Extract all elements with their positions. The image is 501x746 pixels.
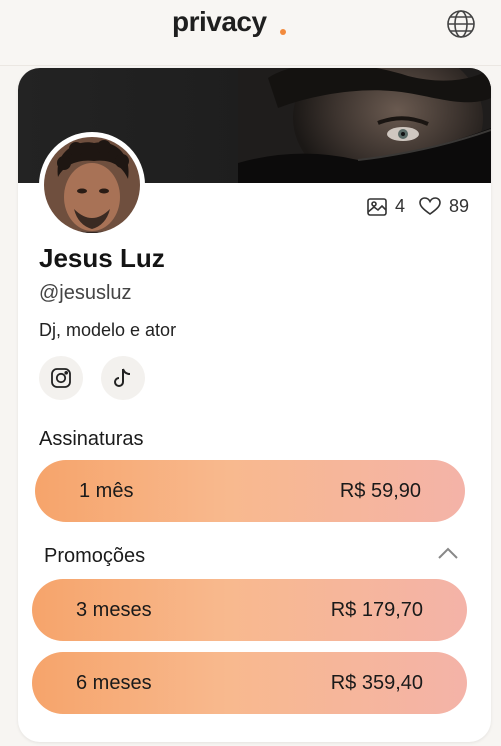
plan-price: R$ 359,40	[330, 671, 423, 694]
cover-photo	[238, 68, 491, 183]
plan-3-months-button[interactable]: 3 meses R$ 179,70	[32, 579, 467, 641]
subscriptions-title: Assinaturas	[39, 428, 144, 450]
instagram-button[interactable]	[39, 356, 83, 400]
likes-count: 89	[448, 196, 469, 216]
plan-1-month-button[interactable]: 1 mês R$ 59,90	[35, 460, 465, 522]
profile-stats: 4 89	[353, 196, 469, 217]
plan-period: 6 meses	[76, 671, 152, 694]
top-bar: privacy	[0, 0, 501, 66]
media-count-stat[interactable]: 4	[367, 196, 405, 217]
tiktok-icon	[114, 368, 131, 387]
profile-card: 4 89 Jesus Luz @jesusluz Dj, modelo e at…	[18, 68, 491, 742]
profile-name: Jesus Luz	[39, 243, 165, 273]
likes-count-stat[interactable]: 89	[419, 196, 469, 217]
plan-price: R$ 179,70	[330, 598, 423, 621]
globe-icon[interactable]	[445, 8, 477, 40]
plan-6-months-button[interactable]: 6 meses R$ 359,40	[32, 652, 467, 714]
image-icon	[367, 197, 387, 216]
logo[interactable]: privacy	[172, 6, 267, 38]
promotions-title[interactable]: Promoções	[44, 545, 145, 568]
avatar-photo	[44, 137, 140, 233]
heart-icon	[419, 197, 441, 215]
media-count: 4	[394, 196, 405, 216]
chevron-up-icon[interactable]	[437, 546, 459, 560]
tiktok-button[interactable]	[101, 356, 145, 400]
plan-period: 1 mês	[79, 479, 134, 502]
plan-period: 3 meses	[76, 598, 152, 621]
avatar[interactable]	[39, 132, 145, 238]
plan-price: R$ 59,90	[339, 479, 421, 502]
profile-bio: Dj, modelo e ator	[39, 320, 177, 340]
profile-handle: @jesusluz	[39, 282, 132, 304]
logo-dot	[280, 29, 286, 35]
instagram-icon	[51, 368, 71, 388]
